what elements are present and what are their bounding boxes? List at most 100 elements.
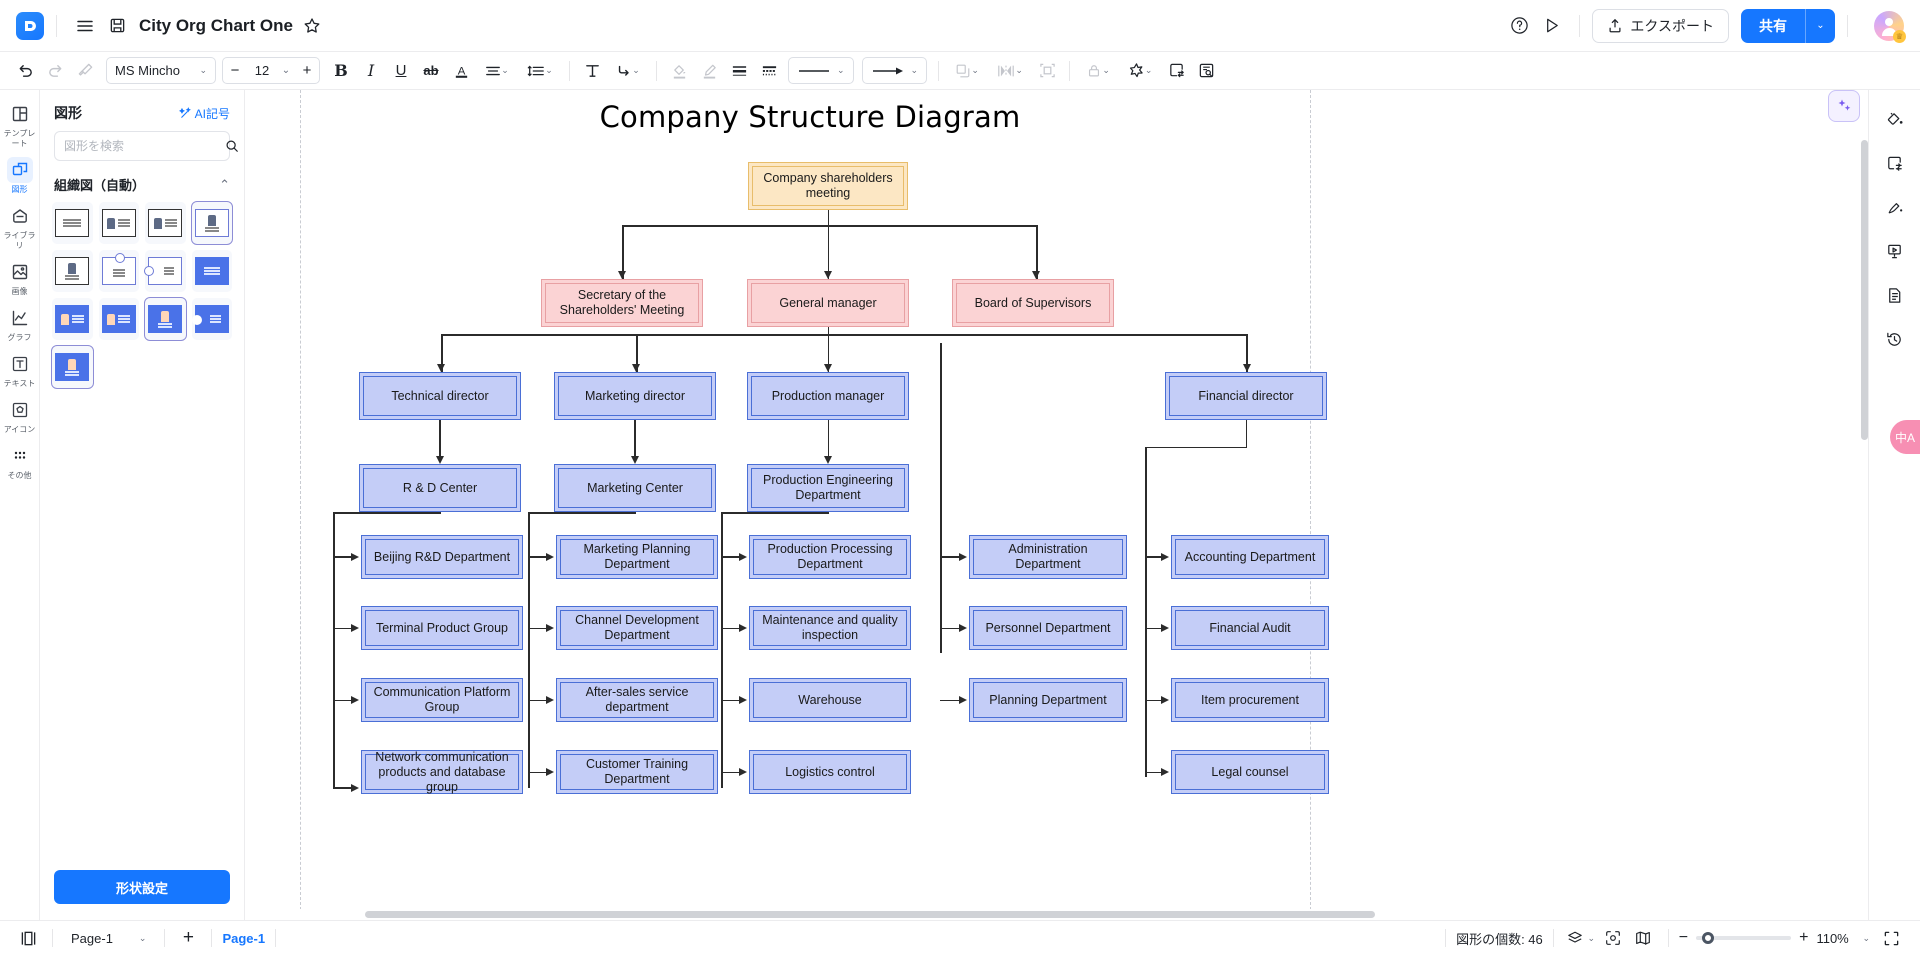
line-color-button[interactable] [694,57,724,85]
node-dept[interactable]: Network communication products and datab… [361,750,523,794]
zoom-slider[interactable] [1696,932,1792,944]
node-dept[interactable]: Channel Development Department [556,606,718,650]
document-title[interactable]: City Org Chart One [139,16,293,36]
scroll-thumb[interactable] [365,911,1375,918]
shape-thumb[interactable] [144,250,186,292]
zoom-in-button[interactable]: + [1799,929,1808,947]
search-input[interactable] [64,139,219,153]
shape-thumb[interactable] [191,250,232,292]
shape-thumb[interactable] [52,298,93,340]
node-board-supervisors[interactable]: Board of Supervisors [952,279,1114,327]
node-dept[interactable]: Beijing R&D Department [361,535,523,579]
node-dept[interactable]: Financial Audit [1171,606,1329,650]
sidebar-item-more[interactable]: その他 [1,438,39,484]
lock-button[interactable]: ⌄ [1077,57,1119,85]
presentation-icon[interactable] [1880,236,1910,266]
favorite-star-icon[interactable] [303,17,321,35]
font-family-select[interactable]: MS Mincho ⌄ [106,57,216,84]
node-technical-director[interactable]: Technical director [359,372,521,420]
sidebar-item-shapes[interactable]: 図形 [1,152,39,198]
node-dept[interactable]: Terminal Product Group [361,606,523,650]
shape-thumb[interactable] [51,345,94,389]
search-icon[interactable] [225,139,239,153]
align-button[interactable]: ⌄ [476,57,518,85]
node-marketing-director[interactable]: Marketing director [554,372,716,420]
save-icon[interactable] [101,10,133,42]
node-dept[interactable]: Logistics control [749,750,911,794]
frame-button[interactable] [1161,57,1191,85]
share-button[interactable]: 共有 [1741,8,1805,43]
map-button[interactable] [1628,925,1658,951]
chevron-down-icon[interactable]: ⌄ [1862,933,1870,944]
diagram-title[interactable]: Company Structure Diagram [245,100,1375,134]
node-rd-center[interactable]: R & D Center [359,464,521,512]
layout-settings-icon[interactable] [1880,148,1910,178]
shape-thumb[interactable] [98,202,139,244]
strikethrough-button[interactable]: ab [416,57,446,85]
menu-icon[interactable] [69,10,101,42]
node-dept[interactable]: Warehouse [749,678,911,722]
shape-thumb[interactable] [52,202,93,244]
line-weight-button[interactable] [724,57,754,85]
help-icon[interactable] [1503,10,1535,42]
shape-thumb[interactable] [52,250,93,292]
node-production-engineering[interactable]: Production Engineering Department [747,464,909,512]
shape-thumb[interactable] [144,297,187,341]
underline-button[interactable]: U [386,57,416,85]
sidebar-item-library[interactable]: ライブラリ [1,198,39,254]
node-root[interactable]: Company shareholders meeting [748,162,908,210]
fullscreen-button[interactable] [1876,925,1906,951]
format-painter-icon[interactable] [70,57,100,85]
italic-button[interactable]: I [356,57,386,85]
node-dept[interactable]: Personnel Department [969,606,1127,650]
sidebar-item-image[interactable]: 画像 [1,254,39,300]
connector-button[interactable]: ⌄ [607,57,649,85]
add-page-button[interactable]: + [175,925,201,951]
line-dash-button[interactable] [754,57,784,85]
effects-button[interactable]: ⌄ [1119,57,1161,85]
shape-group-header[interactable]: 組織図（自動） ⌃ [40,171,244,202]
node-financial-director[interactable]: Financial director [1165,372,1327,420]
node-secretary[interactable]: Secretary of the Shareholders' Meeting [541,279,703,327]
shape-settings-button[interactable]: 形状設定 [54,870,230,904]
bold-button[interactable]: B [326,57,356,85]
page-select[interactable]: Page-1 ⌄ [63,926,154,950]
font-size-value[interactable]: 12 [247,63,277,78]
line-spacing-button[interactable]: ⌄ [518,57,562,85]
fill-bucket-icon[interactable] [1880,104,1910,134]
arrow-style-picker[interactable]: ⌄ [861,57,928,84]
present-icon[interactable] [1535,10,1567,42]
shape-thumb[interactable] [190,201,233,245]
node-dept[interactable]: Administration Department [969,535,1127,579]
fill-color-button[interactable] [664,57,694,85]
node-production-manager[interactable]: Production manager [747,372,909,420]
focus-button[interactable] [1598,925,1628,951]
font-size-caret-icon[interactable]: ⌄ [277,65,295,76]
ai-symbol-link[interactable]: AI記号 [178,105,230,122]
node-dept[interactable]: Production Processing Department [749,535,911,579]
canvas-area[interactable]: Company Structure Diagram Company shareh… [245,90,1868,920]
text-box-button[interactable] [577,57,607,85]
sidebar-item-text[interactable]: テキスト [1,346,39,392]
node-general-manager[interactable]: General manager [747,279,909,327]
theme-brush-icon[interactable] [1880,192,1910,222]
shape-thumb[interactable] [145,202,186,244]
font-color-button[interactable]: A [446,57,476,85]
zoom-slider-knob[interactable] [1702,932,1715,944]
language-toggle[interactable]: 中A [1890,420,1920,454]
undo-button[interactable] [10,57,40,85]
chevron-up-icon[interactable]: ⌃ [219,177,230,193]
panel-toggle-icon[interactable] [14,925,42,951]
node-dept[interactable]: Maintenance and quality inspection [749,606,911,650]
line-style-picker[interactable]: ⌄ [788,57,854,84]
node-dept[interactable]: Planning Department [969,678,1127,722]
layers-button[interactable]: ⌄ [1564,925,1598,951]
font-size-decrease[interactable]: − [223,58,247,83]
distribute-button[interactable]: ⌄ [988,57,1032,85]
arrange-button[interactable]: ⌄ [946,57,988,85]
canvas-vertical-scrollbar[interactable] [1861,140,1868,440]
shape-thumb[interactable] [98,298,139,340]
sidebar-item-chart[interactable]: グラフ [1,300,39,346]
redo-button[interactable] [40,57,70,85]
canvas-horizontal-scrollbar[interactable] [245,909,1868,920]
